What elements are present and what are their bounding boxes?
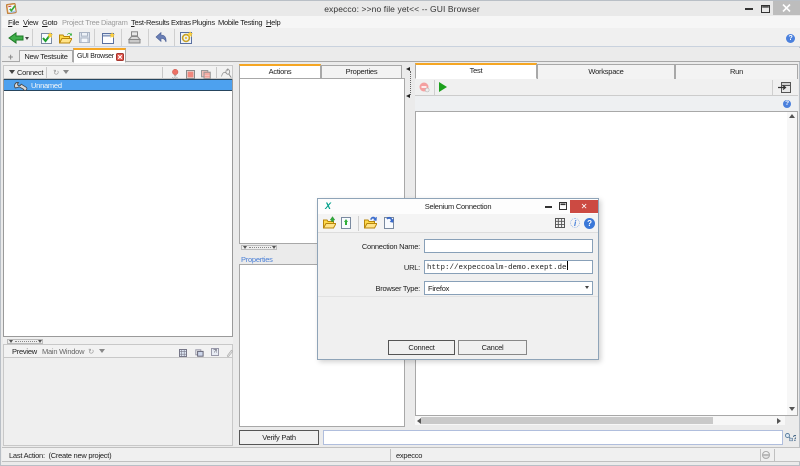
svg-text:?: ? — [793, 434, 796, 442]
